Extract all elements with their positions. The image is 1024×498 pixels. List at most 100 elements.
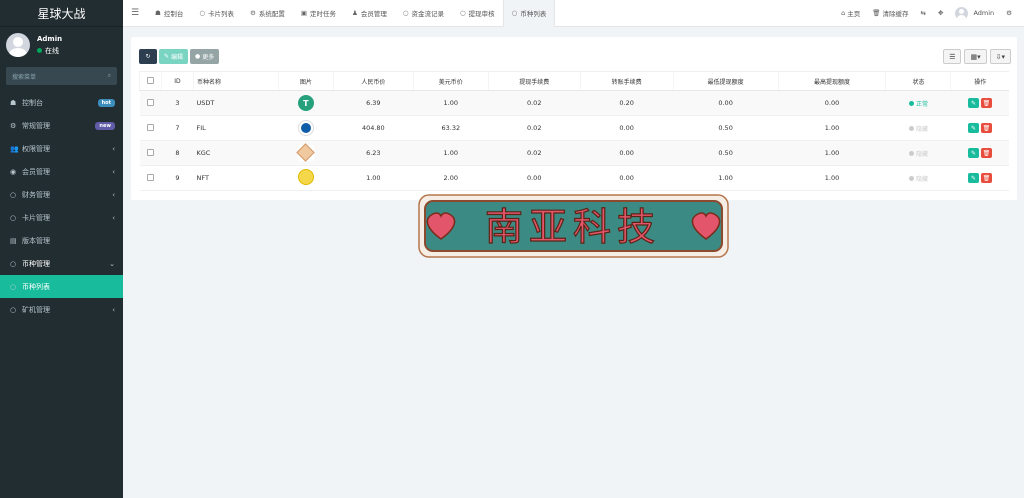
- watermark-banner: 南亚科技: [418, 194, 729, 258]
- tab-5[interactable]: ○ 资金流记录: [395, 0, 452, 27]
- th-usd[interactable]: 美元币价: [412, 71, 489, 91]
- columns-button[interactable]: ▦▾: [964, 49, 987, 64]
- language-icon[interactable]: ⇆: [915, 9, 932, 17]
- brand-logo[interactable]: 星球大战: [0, 0, 123, 27]
- cell-actions: ✎ 🗑: [950, 165, 1009, 191]
- export-button[interactable]: ⇩▾: [989, 49, 1011, 64]
- fullscreen-icon[interactable]: ✥: [932, 9, 949, 17]
- row-checkbox[interactable]: [139, 165, 162, 191]
- select-all-checkbox[interactable]: [139, 71, 162, 91]
- delete-row-button[interactable]: 🗑: [980, 173, 992, 183]
- edit-row-button[interactable]: ✎: [967, 173, 979, 183]
- circle-icon: ○: [10, 305, 17, 314]
- sidebar-search-input[interactable]: 搜索菜单 ⌕: [6, 67, 117, 85]
- delete-row-button[interactable]: 🗑: [980, 98, 992, 108]
- th-image[interactable]: 图片: [277, 71, 334, 91]
- home-link[interactable]: ⌂ 主页: [835, 8, 866, 18]
- cell-status[interactable]: 隐藏: [885, 140, 951, 166]
- row-checkbox[interactable]: [139, 90, 162, 116]
- tab-4[interactable]: ♟ 会员管理: [344, 0, 395, 27]
- sidebar-item-label: 控制台: [22, 98, 43, 107]
- tab-0[interactable]: ☗ 控制台: [147, 0, 191, 27]
- tab-2[interactable]: ⚙ 系统配置: [242, 0, 293, 27]
- edit-row-button[interactable]: ✎: [967, 148, 979, 158]
- table-row[interactable]: 7 FIL 404.80 63.32 0.02 0.00 0.50 1.00 隐藏 ✎ 🗑: [139, 115, 1009, 141]
- circle-icon: ○: [402, 9, 409, 17]
- cell-image[interactable]: T: [278, 90, 334, 116]
- cell-cny: 1.00: [333, 165, 414, 191]
- edit-row-button[interactable]: ✎: [967, 123, 979, 133]
- home-icon: ⌂: [841, 9, 846, 17]
- cell-status[interactable]: 隐藏: [885, 115, 951, 141]
- sidebar-item-1[interactable]: ⚙ 常规管理 new: [0, 114, 123, 137]
- tab-6[interactable]: ○ 提现审核: [452, 0, 503, 27]
- cell-withdraw-fee: 0.02: [488, 140, 581, 166]
- sidebar-item-4[interactable]: ○ 财务管理 ‹: [0, 183, 123, 206]
- cell-image[interactable]: [278, 115, 334, 141]
- sidebar-item-2[interactable]: 👥 权限管理 ‹: [0, 137, 123, 160]
- edit-button[interactable]: ✎ 编辑: [159, 49, 189, 64]
- table-row[interactable]: 8 KGC 6.23 1.00 0.02 0.00 0.50 1.00 隐藏 ✎ 🗑: [139, 140, 1009, 166]
- delete-row-button[interactable]: 🗑: [980, 148, 992, 158]
- chevron-icon: ‹: [112, 213, 115, 222]
- menu-toggle-icon[interactable]: ☰: [123, 8, 147, 18]
- cell-min-withdraw: 0.00: [673, 90, 779, 116]
- row-checkbox[interactable]: [139, 115, 162, 141]
- tab-7[interactable]: ○ 币种列表: [502, 0, 556, 27]
- cell-status[interactable]: 正常: [885, 90, 951, 116]
- user-menu[interactable]: Admin: [949, 6, 1000, 20]
- task-icon: ▣: [300, 9, 307, 17]
- tab-3[interactable]: ▣ 定时任务: [293, 0, 344, 27]
- sidebar-item-6[interactable]: ▤ 版本管理: [0, 229, 123, 252]
- cell-cny: 404.80: [333, 115, 414, 141]
- table-row[interactable]: 9 NFT 1.00 2.00 0.00 0.00 1.00 1.00 隐藏 ✎ 🗑: [139, 165, 1009, 191]
- cell-image[interactable]: [278, 140, 334, 166]
- circle-icon: ○: [10, 259, 17, 268]
- sidebar-item-label: 常规管理: [22, 121, 50, 130]
- more-button[interactable]: ● 更多: [190, 49, 220, 64]
- th-min-withdraw[interactable]: 最低提现额度: [672, 71, 779, 91]
- circle-icon: ○: [459, 9, 466, 17]
- list-icon: ☰: [949, 52, 956, 61]
- th-max-withdraw[interactable]: 最高提现额度: [777, 71, 886, 91]
- cell-name: USDT: [193, 90, 279, 116]
- cell-id: 7: [161, 115, 194, 141]
- cell-status[interactable]: 隐藏: [885, 165, 951, 191]
- delete-row-button[interactable]: 🗑: [980, 123, 992, 133]
- sidebar-item-7[interactable]: ○ 币种管理 ⌄: [0, 252, 123, 275]
- sidebar-item-label: 卡片管理: [22, 213, 50, 222]
- table-row[interactable]: 3 USDT T 6.39 1.00 0.02 0.20 0.00 0.00 正常 ✎ 🗑: [139, 90, 1009, 116]
- th-id[interactable]: ID: [160, 71, 194, 91]
- th-status[interactable]: 状态: [885, 71, 951, 91]
- cell-name: FIL: [193, 115, 279, 141]
- chevron-icon: ‹: [112, 305, 115, 314]
- th-withdraw-fee[interactable]: 提现手续费: [487, 71, 581, 91]
- cell-image[interactable]: [278, 165, 334, 191]
- row-checkbox[interactable]: [139, 140, 162, 166]
- cell-transfer-fee: 0.00: [580, 115, 674, 141]
- cell-max-withdraw: 1.00: [778, 140, 886, 166]
- search-icon: ⌕: [107, 72, 111, 79]
- sidebar-item-0[interactable]: ☗ 控制台 hot: [0, 91, 123, 114]
- sidebar-item-3[interactable]: ◉ 会员管理 ‹: [0, 160, 123, 183]
- sidebar-item-5[interactable]: ○ 卡片管理 ‹: [0, 206, 123, 229]
- settings-icon[interactable]: ⚙: [1000, 9, 1018, 17]
- clear-cache-button[interactable]: 🗑 清除缓存: [866, 8, 914, 18]
- th-name[interactable]: 币种名称: [192, 71, 279, 91]
- table-header-row: ID 币种名称 图片 人民币价 美元币价 提现手续费 转账手续费 最低提现额度 …: [139, 71, 1009, 91]
- watermark-text: 南亚科技: [485, 205, 661, 249]
- th-transfer-fee[interactable]: 转账手续费: [579, 71, 674, 91]
- sidebar-item-label: 币种管理: [22, 259, 50, 268]
- cell-cny: 6.39: [333, 90, 414, 116]
- cell-name: NFT: [193, 165, 279, 191]
- toggle-view-button[interactable]: ☰: [943, 49, 962, 64]
- refresh-button[interactable]: ↻: [139, 49, 157, 64]
- sidebar-item-8[interactable]: ○ 币种列表: [0, 275, 123, 298]
- sidebar-item-9[interactable]: ○ 矿机管理 ‹: [0, 298, 123, 321]
- tab-1[interactable]: ○ 卡片列表: [191, 0, 242, 27]
- edit-row-button[interactable]: ✎: [967, 98, 979, 108]
- badge-new: new: [95, 121, 115, 130]
- cell-transfer-fee: 0.00: [580, 140, 674, 166]
- th-cny[interactable]: 人民币价: [332, 71, 414, 91]
- cell-usd: 1.00: [413, 140, 489, 166]
